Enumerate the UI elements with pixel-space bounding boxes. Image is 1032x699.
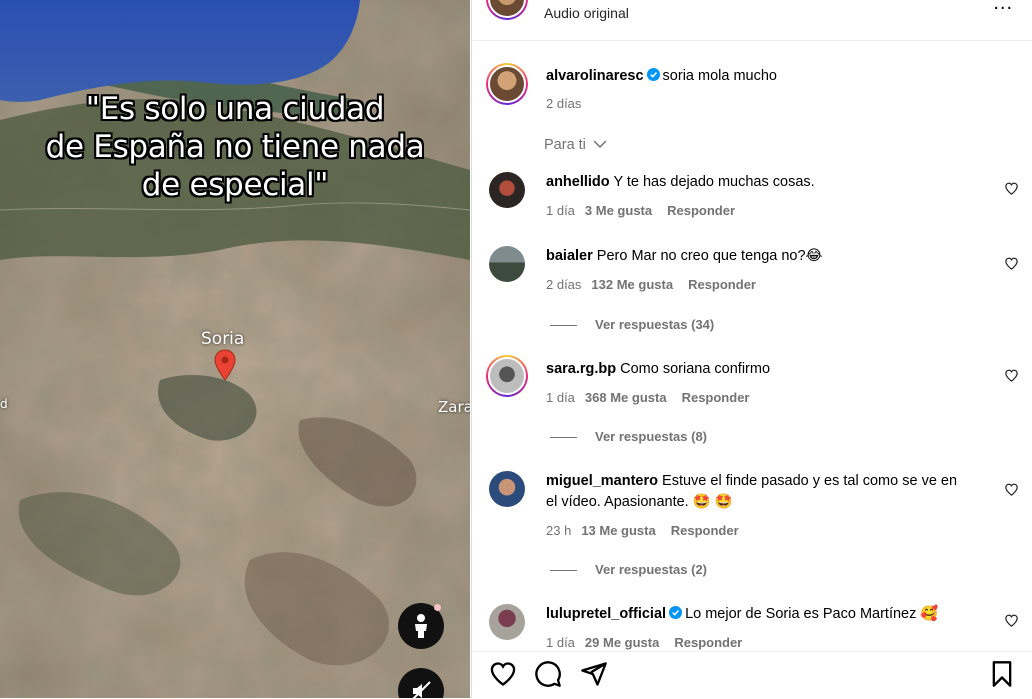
- chevron-down-icon: [593, 140, 607, 149]
- heart-small-icon[interactable]: [1004, 256, 1019, 271]
- comment-username-2[interactable]: baialer: [546, 248, 593, 264]
- comment-meta-2: 2 días 132 Me gusta Responder: [546, 277, 756, 292]
- heart-small-icon[interactable]: [1004, 613, 1019, 628]
- comment-likes-4[interactable]: 13 Me gusta: [581, 523, 655, 538]
- comment-likes-2[interactable]: 132 Me gusta: [591, 277, 673, 292]
- comment-username-1[interactable]: anhellido: [546, 174, 610, 190]
- map-label-edge: d: [0, 397, 8, 411]
- verified-icon: [646, 68, 660, 81]
- comment-meta-5: 1 día 29 Me gusta Responder: [546, 635, 743, 650]
- view-replies-3[interactable]: Ver respuestas (8): [550, 429, 707, 444]
- post-caption: alvarolinaresc soria mola mucho: [546, 66, 777, 87]
- comment-meta-4: 23 h 13 Me gusta Responder: [546, 523, 739, 538]
- comment-likes-1[interactable]: 3 Me gusta: [585, 203, 652, 218]
- comment-avatar-lulupretel[interactable]: [489, 604, 525, 640]
- comment-likes-5[interactable]: 29 Me gusta: [585, 635, 659, 650]
- comment-username-5[interactable]: lulupretel_official: [546, 606, 666, 622]
- post-header: Audio original ...: [472, 0, 1032, 41]
- more-icon[interactable]: ...: [993, 0, 1013, 15]
- comment-avatar-miguel[interactable]: [489, 471, 525, 507]
- comment-avatar-sara[interactable]: [486, 355, 528, 397]
- comment-avatar-baialer[interactable]: [489, 246, 525, 282]
- sort-dropdown[interactable]: Para ti: [544, 137, 607, 153]
- comment-text-4-line2: el vídeo. Apasionante. 🤩 🤩: [546, 494, 733, 510]
- reply-button-4[interactable]: Responder: [671, 523, 739, 538]
- sort-label: Para ti: [544, 137, 586, 153]
- comment-text-4: miguel_mantero Estuve el finde pasado y …: [546, 473, 958, 489]
- notification-dot: [434, 604, 441, 611]
- mute-icon: [412, 681, 431, 698]
- comment-username-4[interactable]: miguel_mantero: [546, 473, 658, 489]
- map-pin-icon: [214, 349, 236, 381]
- comment-avatar-anhellido[interactable]: [489, 172, 525, 208]
- map-label-soria: Soria: [201, 329, 245, 349]
- comment-text-5: lulupretel_official Lo mejor de Soria es …: [546, 606, 939, 622]
- verified-icon: [669, 606, 683, 619]
- heart-small-icon[interactable]: [1004, 482, 1019, 497]
- comment-text-1: anhellido Y te has dejado muchas cosas.: [546, 174, 815, 190]
- save-icon[interactable]: [988, 660, 1016, 688]
- view-replies-4[interactable]: Ver respuestas (2): [550, 562, 707, 577]
- comment-text-2: baialer Pero Mar no creo que tenga no?😂: [546, 248, 823, 264]
- author-avatar[interactable]: [486, 0, 528, 20]
- action-bar: [472, 651, 1032, 699]
- comment-text-3: sara.rg.bp Como soriana confirmo: [546, 361, 771, 377]
- replies-divider: [550, 437, 577, 439]
- replies-divider: [550, 325, 577, 327]
- reply-button-1[interactable]: Responder: [667, 203, 735, 218]
- audio-label[interactable]: Audio original: [544, 5, 629, 21]
- comment-likes-3[interactable]: 368 Me gusta: [585, 390, 667, 405]
- caption-username[interactable]: alvarolinaresc: [546, 68, 644, 84]
- comment-meta-3: 1 día 368 Me gusta Responder: [546, 390, 750, 405]
- reply-button-5[interactable]: Responder: [674, 635, 742, 650]
- reply-button-3[interactable]: Responder: [682, 390, 750, 405]
- reply-button-2[interactable]: Responder: [688, 277, 756, 292]
- comment-username-3[interactable]: sara.rg.bp: [546, 361, 616, 377]
- comment-icon[interactable]: [534, 660, 562, 688]
- replies-divider: [550, 570, 577, 572]
- person-icon: [415, 614, 427, 638]
- comment-meta-1: 1 día 3 Me gusta Responder: [546, 203, 736, 218]
- caption-time: 2 días: [546, 96, 582, 111]
- comments-panel: Audio original ... alvarolinaresc soria m…: [471, 0, 1032, 699]
- like-icon[interactable]: [489, 660, 517, 688]
- video-player[interactable]: "Es solo una ciudad de España no tiene n…: [0, 0, 470, 698]
- map-label-zara: Zara: [438, 398, 470, 416]
- heart-small-icon[interactable]: [1004, 181, 1019, 196]
- view-replies-2[interactable]: Ver respuestas (34): [550, 317, 714, 332]
- caption-avatar[interactable]: [486, 63, 528, 105]
- video-caption-overlay: "Es solo una ciudad de España no tiene n…: [45, 91, 425, 203]
- caption-text: soria mola mucho: [662, 68, 777, 84]
- heart-small-icon[interactable]: [1004, 368, 1019, 383]
- share-icon[interactable]: [580, 660, 608, 688]
